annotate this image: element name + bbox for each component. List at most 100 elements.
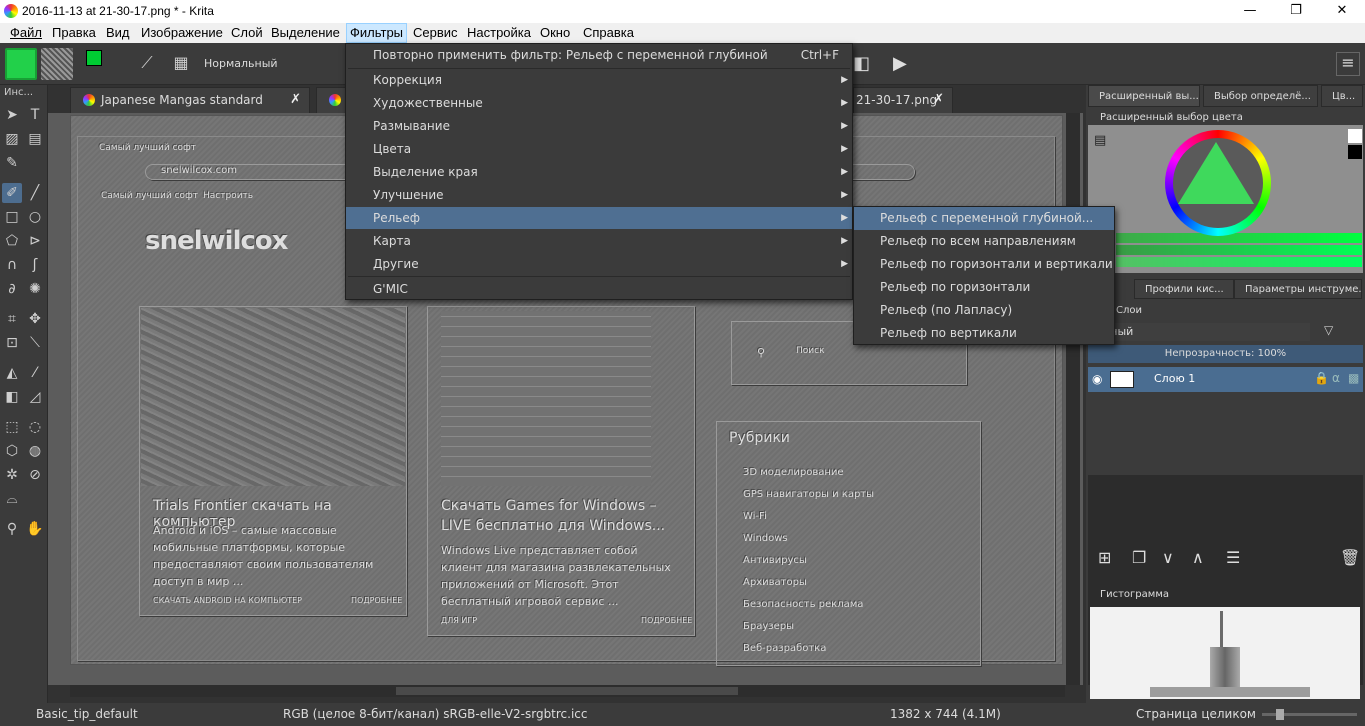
layer-row[interactable]: ◉ Слою 1 🔒 α ▩: [1088, 367, 1363, 392]
rectangle-tool-icon[interactable]: □: [2, 207, 22, 227]
polygon-tool-icon[interactable]: ⬠: [2, 231, 22, 251]
dynamic-brush-icon[interactable]: ∂: [2, 279, 22, 299]
menu-image[interactable]: Изображение: [138, 23, 226, 43]
menu-item-emboss[interactable]: Рельеф ▶: [346, 207, 852, 229]
color-settings-icon[interactable]: ▤: [1094, 133, 1114, 153]
move-layer-up-icon[interactable]: ∧: [1192, 548, 1204, 567]
delete-layer-icon[interactable]: 🗑: [1340, 548, 1360, 567]
pattern-preset-button[interactable]: [41, 48, 73, 80]
foreground-color-swatch[interactable]: [86, 50, 102, 66]
menu-item-gmic[interactable]: G'MIC: [346, 278, 852, 300]
tab-current-image[interactable]: 21-30-17.png ✗: [853, 87, 953, 113]
bezier-tool-icon[interactable]: ∩: [2, 255, 22, 275]
brush-preset-icon[interactable]: ⟋: [136, 53, 158, 75]
menu-item-adjust[interactable]: Коррекция ▶: [346, 69, 852, 91]
menu-item-artistic[interactable]: Художественные ▶: [346, 92, 852, 114]
freehand-select-icon[interactable]: ◍: [25, 441, 45, 461]
layer-properties-icon[interactable]: ☰: [1226, 548, 1240, 567]
emboss-laplacian-item[interactable]: Рельеф (по Лапласу): [854, 299, 1114, 322]
layer-lock-icon[interactable]: 🔒: [1314, 371, 1329, 385]
menu-item-map[interactable]: Карта ▶: [346, 230, 852, 252]
measure-tool-icon[interactable]: ⟍: [25, 333, 45, 353]
transform-tool-icon[interactable]: ⊡: [2, 333, 22, 353]
reapply-filter-item[interactable]: Повторно применить фильтр: Рельеф с пере…: [346, 44, 852, 66]
menu-item-colors[interactable]: Цвета ▶: [346, 138, 852, 160]
horizontal-scroll-thumb[interactable]: [396, 687, 738, 695]
fill-tool-icon[interactable]: ◭: [2, 363, 22, 383]
presets-grid-icon[interactable]: ▦: [170, 53, 192, 75]
freehand-brush-icon[interactable]: ✐: [2, 183, 22, 203]
layer-name[interactable]: Слою 1: [1154, 372, 1195, 385]
edit-shape-icon[interactable]: ▨: [2, 129, 22, 149]
horizontal-scrollbar[interactable]: [70, 685, 1065, 697]
polyline-tool-icon[interactable]: ⊳: [25, 231, 45, 251]
opacity-slider[interactable]: Непрозрачность: 100%: [1088, 345, 1363, 363]
zoom-tool-icon[interactable]: ⚲: [2, 519, 22, 539]
gradient-tool-icon[interactable]: ◧: [2, 387, 22, 407]
dropper-small-icon[interactable]: ✎: [2, 153, 22, 173]
visibility-eye-icon[interactable]: ◉: [1092, 372, 1102, 386]
crop-tool-icon[interactable]: ⌗: [2, 309, 22, 329]
hue-slider[interactable]: [1116, 233, 1362, 243]
duplicate-layer-icon[interactable]: ❐: [1132, 548, 1146, 567]
vertical-scrollbar[interactable]: [1066, 113, 1080, 685]
tab-brush-presets[interactable]: Профили кис...: [1134, 279, 1234, 299]
calligraphy-icon[interactable]: ▤: [25, 129, 45, 149]
tab-color-other[interactable]: Цв...: [1321, 85, 1363, 107]
minimize-button[interactable]: —: [1227, 0, 1273, 23]
select-shape-icon[interactable]: ➤: [2, 105, 22, 125]
tab-specific-color[interactable]: Выбор определё...: [1203, 85, 1318, 107]
tab-tool-options[interactable]: Параметры инструме...: [1234, 279, 1362, 299]
close-tab-icon[interactable]: ✗: [933, 88, 944, 112]
pan-tool-icon[interactable]: ✋: [25, 519, 45, 539]
menu-item-blur[interactable]: Размывание ▶: [346, 115, 852, 137]
menu-item-enhance[interactable]: Улучшение ▶: [346, 184, 852, 206]
inherit-alpha-icon[interactable]: ▩: [1348, 371, 1359, 385]
menu-file[interactable]: Файл: [7, 23, 45, 43]
alpha-lock-icon[interactable]: α: [1332, 371, 1340, 385]
text-tool-icon[interactable]: T: [25, 105, 45, 125]
ellipse-tool-icon[interactable]: ○: [25, 207, 45, 227]
emboss-horizontal-item[interactable]: Рельеф по горизонтали: [854, 276, 1114, 299]
emboss-vertical-item[interactable]: Рельеф по вертикали: [854, 322, 1114, 345]
menu-help[interactable]: Справка: [580, 23, 637, 43]
close-tab-icon[interactable]: ✗: [290, 88, 301, 112]
saturation-slider[interactable]: [1116, 245, 1362, 255]
maximize-button[interactable]: ❐: [1273, 0, 1319, 23]
line-tool-icon[interactable]: ╱: [25, 183, 45, 203]
menu-window[interactable]: Окно: [537, 23, 573, 43]
rect-select-icon[interactable]: ⬚: [2, 417, 22, 437]
tab-hidden[interactable]: [316, 87, 346, 113]
emboss-variable-depth-item[interactable]: Рельеф с переменной глубиной...: [854, 207, 1114, 230]
zoom-slider[interactable]: [1262, 709, 1357, 720]
freehand-path-icon[interactable]: ʃ: [25, 255, 45, 275]
emboss-horiz-vert-item[interactable]: Рельеф по горизонтали и вертикали: [854, 253, 1114, 276]
menu-filters[interactable]: Фильтры: [346, 23, 408, 43]
menu-settings[interactable]: Настройка: [464, 23, 534, 43]
emboss-all-directions-item[interactable]: Рельеф по всем направлениям: [854, 230, 1114, 253]
tab-japanese-mangas[interactable]: Japanese Mangas standard template ✗: [70, 87, 310, 131]
bezier-select-icon[interactable]: ⌓: [2, 489, 22, 509]
menu-select[interactable]: Выделение: [268, 23, 343, 43]
multibrush-icon[interactable]: ✺: [25, 279, 45, 299]
menu-edit[interactable]: Правка: [49, 23, 99, 43]
menu-layer[interactable]: Слой: [228, 23, 266, 43]
add-layer-icon[interactable]: ⊞: [1098, 548, 1111, 567]
layer-filter-icon[interactable]: ▽: [1324, 323, 1360, 341]
tab-advanced-color[interactable]: Расширенный вы...: [1088, 85, 1200, 107]
menu-item-other[interactable]: Другие ▶: [346, 253, 852, 275]
menu-tools[interactable]: Сервис: [410, 23, 461, 43]
menu-item-edge-detection[interactable]: Выделение края ▶: [346, 161, 852, 183]
move-layer-down-icon[interactable]: ∨: [1162, 548, 1174, 567]
gradient-preset-button[interactable]: [5, 48, 37, 80]
dock-toggle-icon[interactable]: ≡: [1336, 52, 1360, 76]
move-tool-icon[interactable]: ✥: [25, 309, 45, 329]
menu-view[interactable]: Вид: [103, 23, 133, 43]
blend-mode-select[interactable]: Нормальный: [200, 54, 345, 74]
mirror-horizontal-icon[interactable]: ◧: [853, 53, 881, 77]
polygon-select-icon[interactable]: ⬡: [2, 441, 22, 461]
status-zoom-mode[interactable]: Страница целиком: [1136, 707, 1256, 721]
mirror-vertical-icon[interactable]: ▶: [893, 53, 921, 77]
similar-select-icon[interactable]: ⊘: [25, 465, 45, 485]
assistant-tool-icon[interactable]: ◿: [25, 387, 45, 407]
